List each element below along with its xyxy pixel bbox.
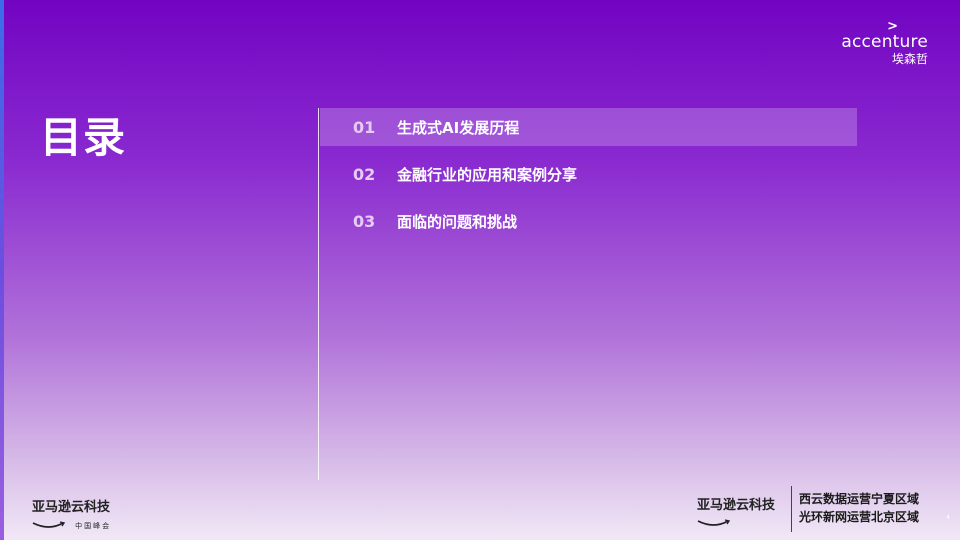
- aws-logo-name: 亚马逊云科技: [32, 500, 111, 515]
- region-operators: 西云数据运营宁夏区域 光环新网运营北京区域: [799, 490, 919, 526]
- toc-label: 金融行业的应用和案例分享: [397, 165, 578, 184]
- toc-label: 生成式AI发展历程: [397, 118, 520, 137]
- aws-smile-icon: [32, 521, 66, 528]
- toc-number: 03: [353, 211, 376, 231]
- accenture-cn-name: 埃森哲: [891, 52, 928, 66]
- aws-smile-icon: [697, 519, 731, 526]
- aws-summit-logo: 亚马逊云科技 中国峰会: [32, 496, 111, 534]
- toc-item-2[interactable]: 02 金融行业的应用和案例分享: [320, 155, 857, 193]
- footer-divider: [791, 486, 792, 532]
- toc-number: 01: [353, 117, 376, 137]
- toc-item-1[interactable]: 01 生成式AI发展历程: [320, 108, 857, 146]
- accenture-logo: > accenture 埃森哲: [841, 19, 928, 66]
- region-line-ningxia: 西云数据运营宁夏区域: [799, 492, 920, 506]
- toc-label: 面临的问题和挑战: [397, 212, 518, 231]
- vertical-divider: [318, 108, 319, 480]
- aws-logo-right: 亚马逊云科技: [697, 494, 775, 532]
- accenture-wordmark: accenture: [841, 32, 928, 52]
- toc-list: 01 生成式AI发展历程 02 金融行业的应用和案例分享 03 面临的问题和挑战: [320, 108, 857, 249]
- toc-item-3[interactable]: 03 面临的问题和挑战: [320, 202, 857, 240]
- page-title: 目录: [40, 113, 127, 162]
- region-line-beijing: 光环新网运营北京区域: [799, 510, 920, 524]
- toc-number: 02: [353, 164, 376, 184]
- accenture-caret-icon: >: [887, 19, 898, 34]
- aws-summit-sub: 中国峰会: [75, 521, 112, 530]
- left-accent-bar: [0, 0, 4, 540]
- aws-logo-name: 亚马逊云科技: [697, 498, 776, 513]
- page-number: 4: [946, 514, 950, 521]
